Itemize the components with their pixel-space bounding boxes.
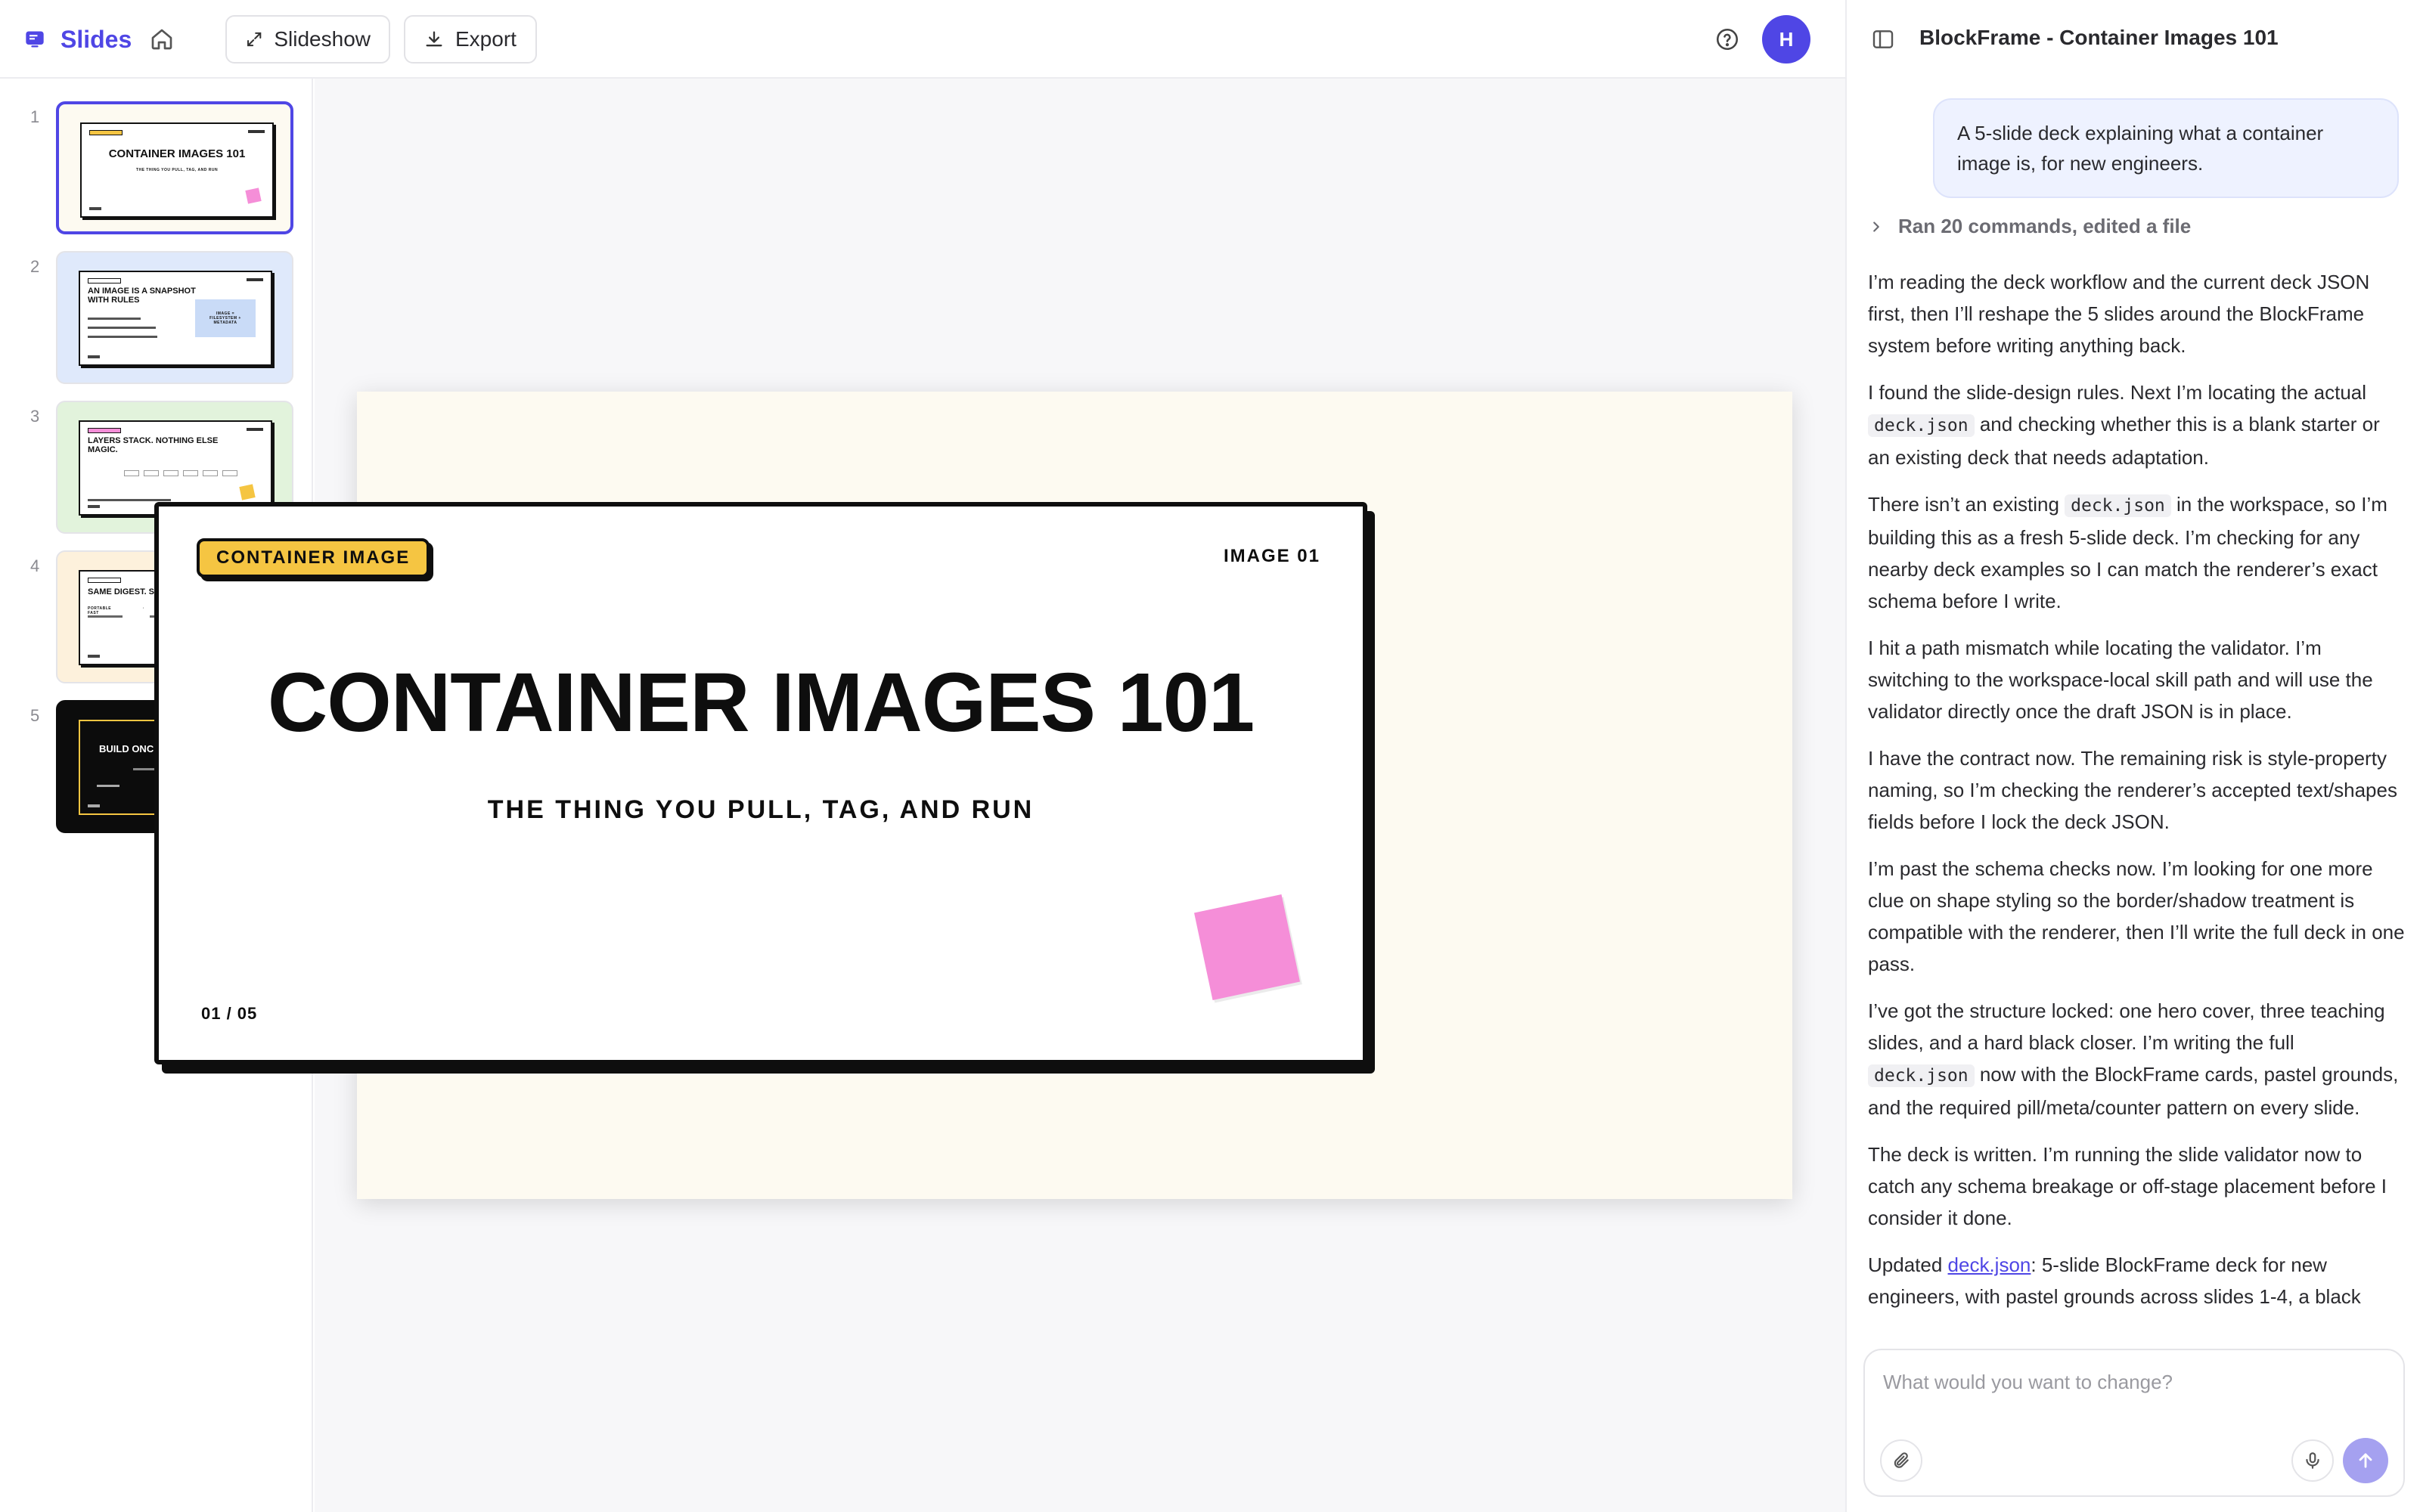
thumbnail-chip: [222, 470, 237, 476]
assistant-message: I found the slide-design rules. Next I’m…: [1868, 381, 2380, 469]
thumbnail-line: [88, 499, 171, 501]
thumbnail-line: [88, 318, 141, 320]
ran-commands-label: Ran 20 commands, edited a file: [1898, 215, 2192, 237]
help-circle-icon: [1716, 28, 1739, 51]
slides-logo-icon: [26, 31, 44, 48]
assistant-message: The deck is written. I’m running the sli…: [1868, 1143, 2387, 1229]
thumbnail-meta: [248, 130, 265, 133]
slide-thumbnail-2[interactable]: AN IMAGE IS A SNAPSHOT WITH RULES IMAGE …: [56, 251, 293, 384]
thumbnail-pill: [88, 428, 121, 433]
assistant-message: I’ve got the structure locked: one hero …: [1868, 999, 2399, 1119]
thumbnail-title: AN IMAGE IS A SNAPSHOT WITH RULES: [88, 287, 196, 305]
thumbnail-row: 2 AN IMAGE IS A SNAPSHOT WITH RULES IMAG…: [0, 233, 313, 384]
assistant-messages: I’m reading the deck workflow and the cu…: [1868, 266, 2405, 1332]
home-icon: [151, 29, 172, 50]
thumbnail-title: CONTAINER IMAGES 101: [108, 147, 246, 160]
thumbnail-chip: [183, 470, 198, 476]
sidebar-panel-icon: [1872, 30, 1894, 48]
thumbnail-pill: [88, 578, 121, 583]
slide-title[interactable]: CONTAINER IMAGES 101: [159, 655, 1363, 751]
slideshow-button[interactable]: Slideshow: [225, 15, 390, 64]
assistant-message: I’m reading the deck workflow and the cu…: [1868, 271, 2370, 357]
chevron-right-icon: [1873, 221, 1879, 232]
thumbnail-line: [88, 336, 157, 338]
slide-pill[interactable]: CONTAINER IMAGE: [197, 538, 430, 578]
send-button[interactable]: [2343, 1438, 2388, 1483]
thumbnail-number: 5: [30, 706, 40, 725]
chat-input[interactable]: [1883, 1367, 2382, 1397]
assistant-panel: BlockFrame - Container Images 101 A 5-sl…: [1845, 0, 2420, 1512]
thumbnail-counter: [88, 505, 100, 508]
arrow-up-icon: [2359, 1453, 2372, 1468]
expand-icon: [247, 32, 262, 47]
thumbnail-title: LAYERS STACK. NOTHING ELSE MAGIC.: [88, 436, 219, 454]
conversation-title: BlockFrame - Container Images 101: [1919, 26, 2279, 49]
slide-subtitle[interactable]: THE THING YOU PULL, TAG, AND RUN: [159, 795, 1363, 825]
thumbnail-number: 2: [30, 257, 40, 276]
app-title: Slides: [60, 25, 132, 53]
thumbnail-counter: [89, 207, 101, 210]
assistant-message: I have the contract now. The remaining r…: [1868, 747, 2397, 833]
chat-composer: [1863, 1349, 2405, 1497]
thumbnail-counter: [88, 355, 100, 358]
thumbnail-row: 1 CONTAINER IMAGES 101 THE THING YOU PUL…: [0, 83, 313, 234]
thumbnail-meta: [247, 278, 263, 281]
thumbnail-callout-text: IMAGE = FILESYSTEM + METADATA: [209, 311, 241, 325]
thumbnail-pill: [89, 130, 123, 135]
assistant-message: I’m past the schema checks now. I’m look…: [1868, 857, 2405, 975]
thumbnail-card: AN IMAGE IS A SNAPSHOT WITH RULES IMAGE …: [79, 271, 272, 366]
ran-commands-toggle[interactable]: Ran 20 commands, edited a file: [1868, 215, 2191, 238]
thumbnail-line: [97, 785, 119, 787]
thumbnail-meta: [247, 428, 263, 431]
slide-card[interactable]: CONTAINER IMAGE IMAGE 01 CONTAINER IMAGE…: [154, 502, 1367, 1064]
export-label: Export: [455, 27, 517, 51]
assistant-message: Updated deck.json: 5-slide BlockFrame de…: [1868, 1253, 2361, 1308]
top-toolbar: Slides Slideshow Export H: [0, 0, 1845, 79]
thumbnail-layer-chips: [124, 470, 237, 476]
thumbnail-callout: IMAGE = FILESYSTEM + METADATA: [195, 299, 256, 337]
thumbnail-card: CONTAINER IMAGES 101 THE THING YOU PULL,…: [80, 122, 274, 218]
slide-meta[interactable]: IMAGE 01: [1224, 546, 1320, 567]
thumbnail-number: 1: [30, 107, 40, 126]
slideshow-label: Slideshow: [274, 27, 371, 51]
thumbnail-sticker: [245, 187, 262, 204]
assistant-header: BlockFrame - Container Images 101: [1847, 0, 2420, 79]
inline-code: deck.json: [1868, 1064, 1975, 1087]
inline-code: deck.json: [1868, 414, 1975, 437]
user-message: A 5-slide deck explaining what a contain…: [1933, 98, 2399, 198]
thumbnail-number: 3: [30, 407, 40, 426]
help-button[interactable]: [1711, 23, 1744, 56]
slide-counter[interactable]: 01 / 05: [201, 1004, 257, 1024]
slide-sticker-shape[interactable]: [1194, 894, 1300, 1000]
export-button[interactable]: Export: [404, 15, 537, 64]
paperclip-icon: [1894, 1452, 1909, 1468]
microphone-icon: [2306, 1452, 2319, 1469]
thumbnail-line: [88, 327, 156, 329]
slide-thumbnail-1[interactable]: CONTAINER IMAGES 101 THE THING YOU PULL,…: [56, 101, 293, 234]
thumbnail-chip: [144, 470, 159, 476]
thumbnail-sticker: [239, 484, 256, 500]
thumbnail-row: 3 LAYERS STACK. NOTHING ELSE MAGIC.: [0, 383, 313, 534]
user-avatar[interactable]: H: [1762, 15, 1810, 64]
deck-json-link[interactable]: deck.json: [1948, 1253, 2031, 1276]
assistant-message: I hit a path mismatch while locating the…: [1868, 637, 2373, 723]
home-button[interactable]: [144, 21, 180, 57]
thumbnail-chip: [163, 470, 178, 476]
assistant-message: There isn’t an existing deck.json in the…: [1868, 493, 2387, 612]
thumbnail-line: [88, 615, 123, 618]
voice-input-button[interactable]: [2291, 1439, 2334, 1482]
download-icon: [426, 31, 442, 47]
brand[interactable]: Slides: [24, 20, 132, 59]
panel-toggle-button[interactable]: [1869, 26, 1897, 53]
attach-button[interactable]: [1880, 1439, 1922, 1482]
thumbnail-chip: [203, 470, 218, 476]
thumbnail-subtitle: THE THING YOU PULL, TAG, AND RUN: [135, 168, 219, 172]
thumbnail-pill: [88, 278, 121, 284]
thumbnail-counter: [88, 655, 100, 658]
inline-code: deck.json: [2065, 494, 2171, 517]
thumbnail-counter: [88, 804, 100, 807]
thumbnail-chip: [124, 470, 139, 476]
thumbnail-number: 4: [30, 556, 40, 575]
